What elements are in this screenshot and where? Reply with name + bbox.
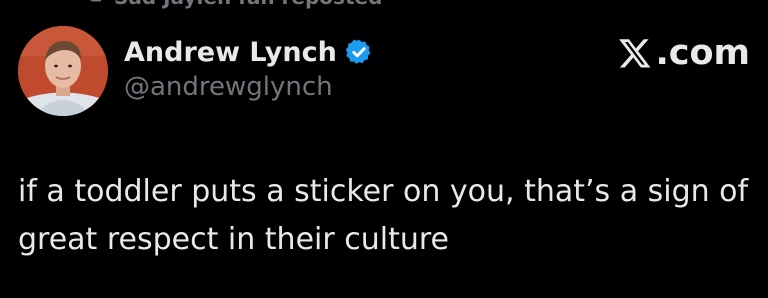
repost-label[interactable]: Sad Jaylen fan reposted [114, 0, 382, 9]
avatar[interactable] [18, 26, 108, 116]
author-display-name[interactable]: Andrew Lynch [124, 37, 337, 68]
author-handle[interactable]: @andrewglynch [124, 72, 333, 102]
brand-domain-text: .com [655, 33, 750, 73]
author-name-row[interactable]: Andrew Lynch [124, 32, 373, 72]
tweet-text: if a toddler puts a sticker on you, that… [18, 174, 749, 257]
repost-icon [84, 0, 106, 11]
repost-indicator[interactable]: Sad Jaylen fan reposted [84, 0, 382, 11]
x-logo-icon [618, 36, 652, 70]
verified-badge-icon [345, 38, 373, 66]
brand-watermark: .com [618, 30, 750, 76]
